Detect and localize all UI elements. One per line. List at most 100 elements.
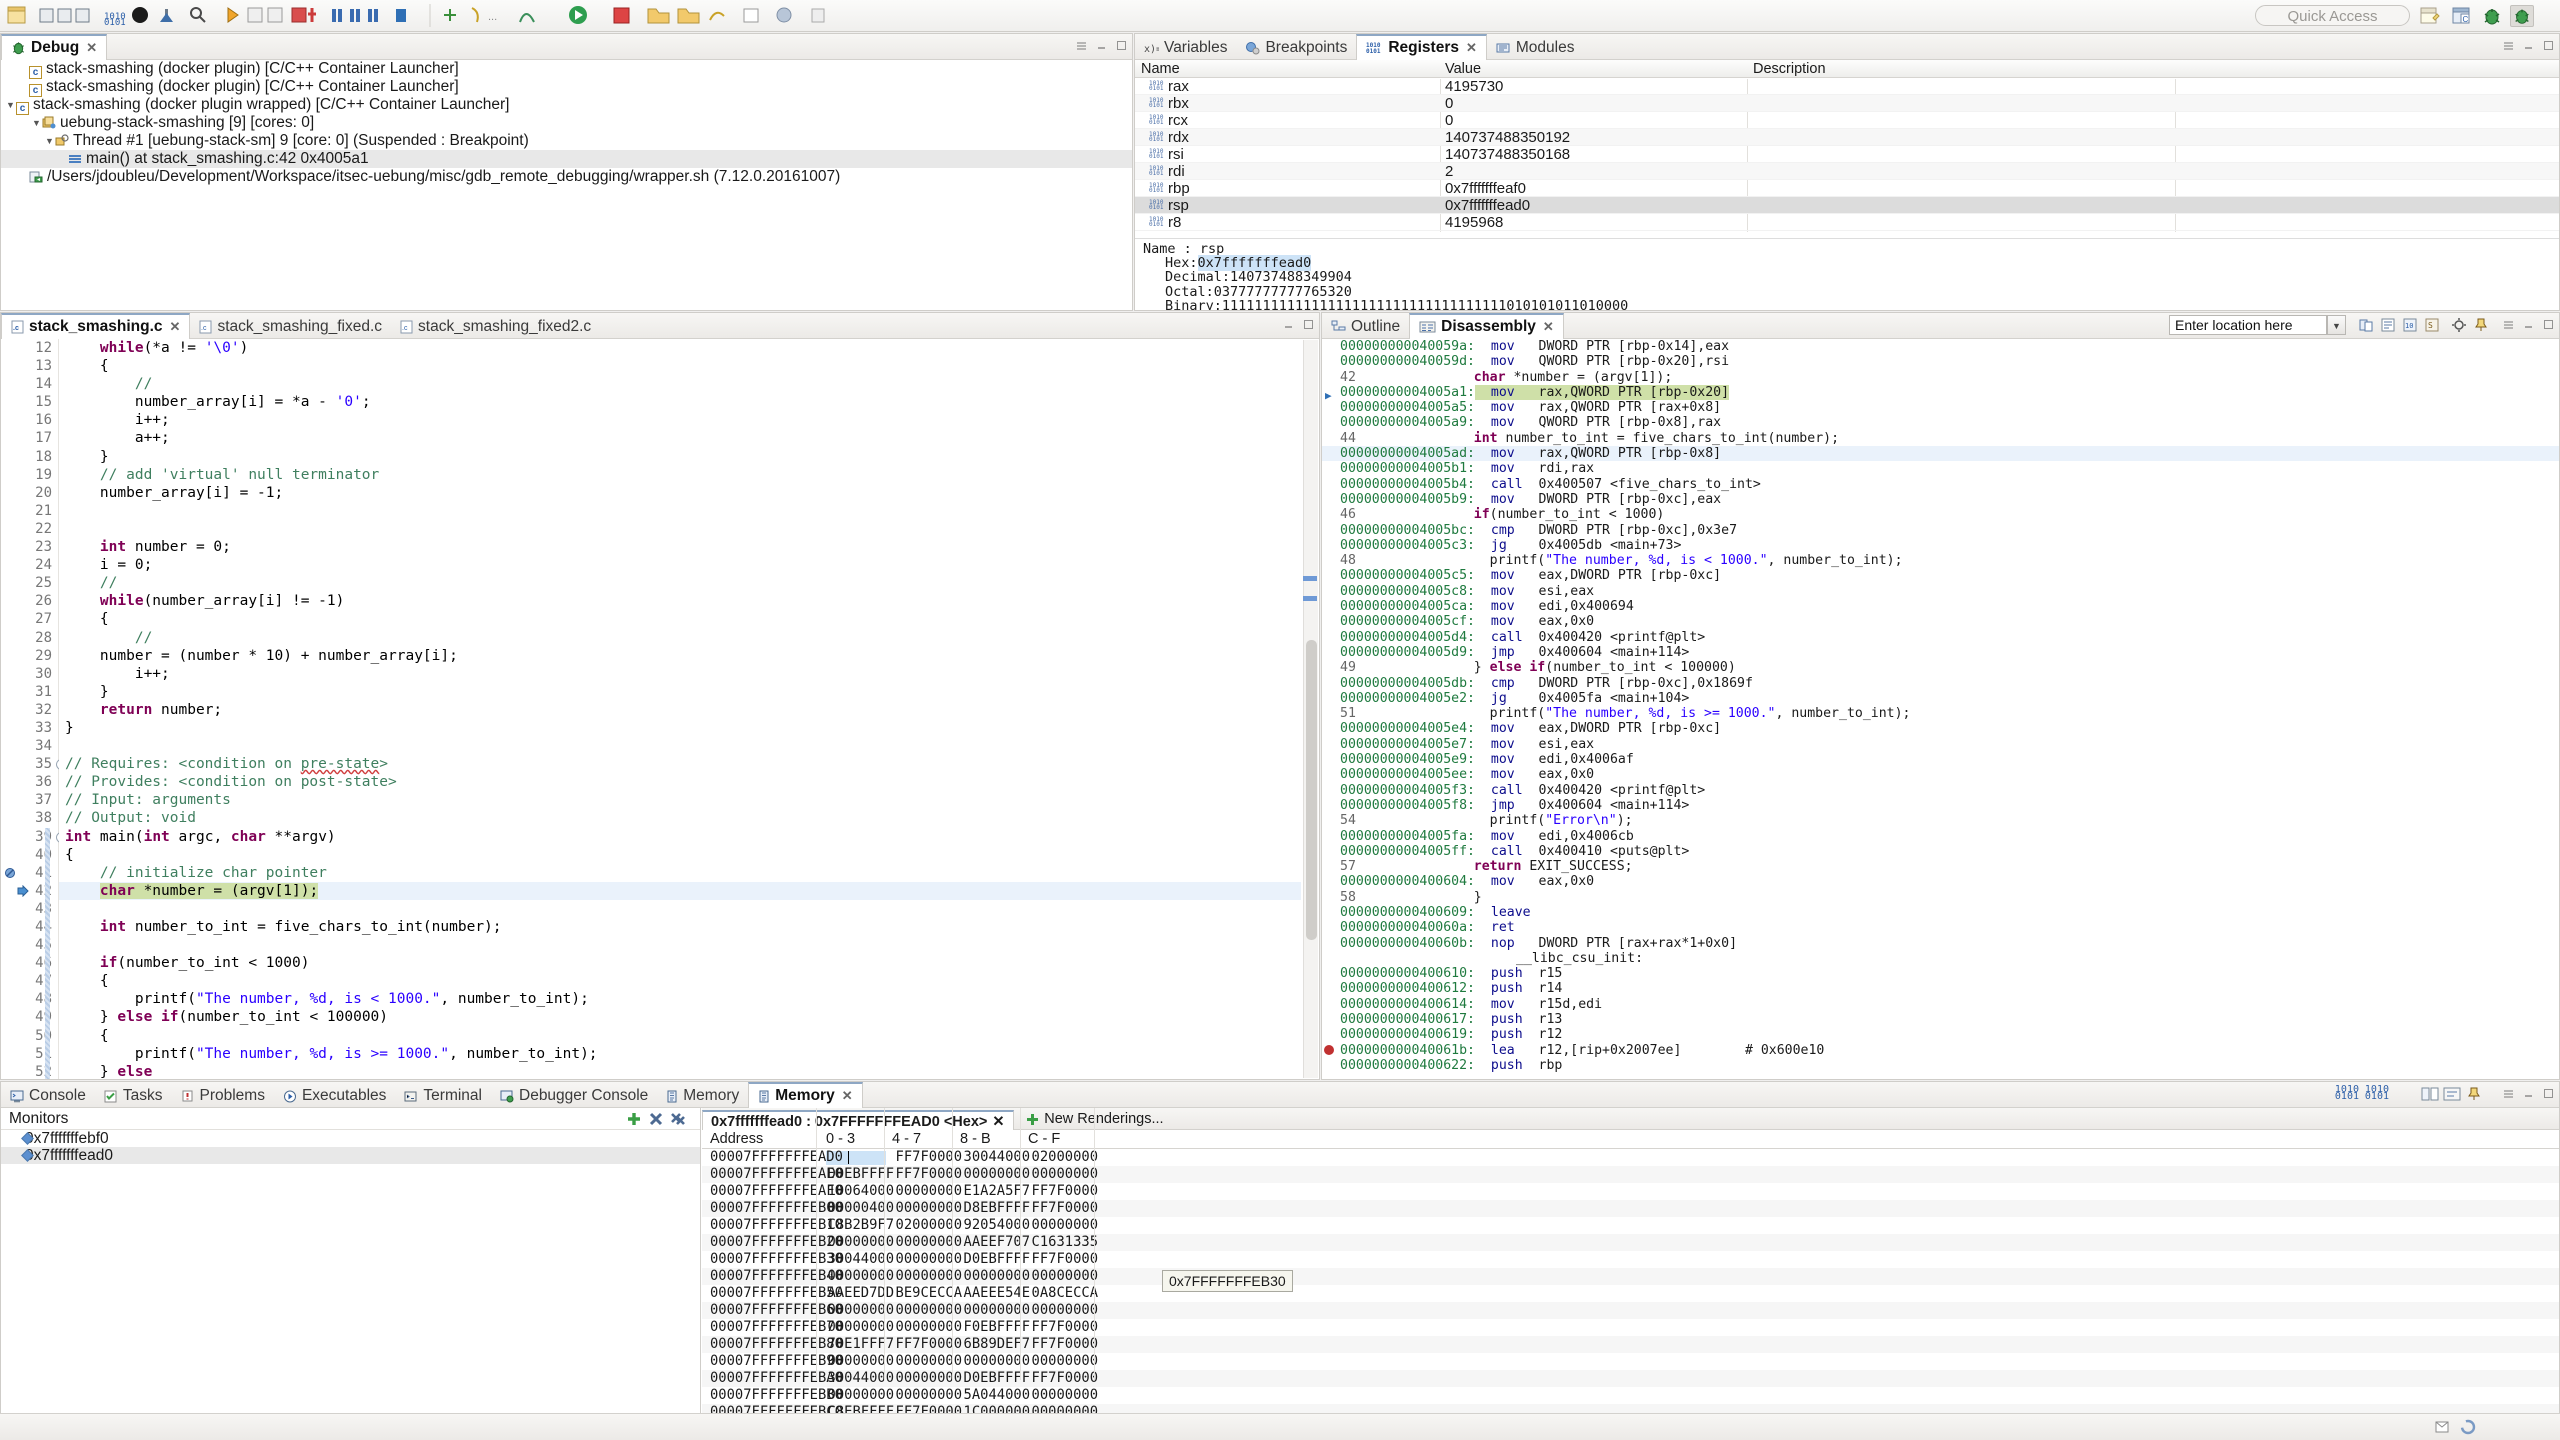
memory-cell[interactable]: 00000000 <box>1026 1217 1098 1233</box>
memory-cell[interactable]: 00000000 <box>822 1387 894 1403</box>
disassembly-row[interactable]: 00000000004005ca: mov edi,0x400694 <box>1322 599 2559 614</box>
memory-rendering-close-icon[interactable]: ✕ <box>992 1114 1004 1130</box>
gutter-row[interactable]: 36 <box>1 773 58 791</box>
code-line[interactable] <box>59 900 1301 918</box>
disassembly-row[interactable]: 000000000040059a: mov DWORD PTR [rbp-0x1… <box>1322 339 2559 354</box>
memory-row[interactable]: 00007FFFFFFFEB80 70E1FFF7 FF7F0000 6B89DEF7… <box>702 1336 2559 1353</box>
editor-body[interactable]: 12 13 14 15 16 17 18 19 20 21 22 23 24 25 26 27 28 29 30 31… <box>1 339 1319 1079</box>
memory-row[interactable]: 00007FFFFFFFEB90 00000000 00000000 00000000… <box>702 1353 2559 1370</box>
debug-tree[interactable]: c stack-smashing (docker plugin) [C/C++ C… <box>1 60 1132 310</box>
register-row[interactable]: 1010 0101 rdi 2 <box>1135 163 2559 180</box>
disassembly-row[interactable]: 00000000004005c3: jg 0x4005db <main+73> <box>1322 538 2559 553</box>
code-line[interactable]: char *number = (argv[1]); <box>59 881 1301 900</box>
disassembly-row[interactable]: 00000000004005c5: mov eax,DWORD PTR [rbp… <box>1322 568 2559 583</box>
gutter-row[interactable]: 26 <box>1 592 58 610</box>
disassembly-row[interactable]: 0000000000400619: push r12 <box>1322 1027 2559 1042</box>
register-value[interactable]: 0 <box>1445 112 1453 129</box>
register-row[interactable]: 1010 0101 rbp 0x7fffffffeaf0 <box>1135 180 2559 197</box>
disassembly-row[interactable]: 00000000004005fa: mov edi,0x4006cb <box>1322 829 2559 844</box>
code-line[interactable]: if(number_to_int < 1000) <box>59 954 1301 972</box>
code-line[interactable]: int main(int argc, char **argv) <box>59 828 1301 846</box>
memory-rendering-tab[interactable]: 0x7fffffffead0 : 0x7FFFFFFFEAD0 <Hex> ✕ <box>702 1109 1014 1132</box>
memory-cell[interactable]: 02000000 <box>1026 1149 1098 1165</box>
memory-row[interactable]: 00007FFFFFFFEBB0 00000000 00000000 5A044000… <box>702 1387 2559 1404</box>
disassembly-row[interactable]: 00000000004005a9: mov QWORD PTR [rbp-0x8… <box>1322 415 2559 430</box>
disassembly-row[interactable]: 0000000000400604: mov eax,0x0 <box>1322 874 2559 889</box>
perspective-cpp-button[interactable]: C <box>2450 5 2474 27</box>
bottom-tab-executables[interactable]: Executables <box>274 1083 395 1109</box>
minimize-icon[interactable] <box>1095 39 1108 52</box>
memory-cell[interactable]: 5A044000 <box>958 1387 1030 1403</box>
memory-column-divider-3[interactable] <box>1020 1108 1021 1380</box>
gutter-row[interactable]: 19 <box>1 466 58 484</box>
code-line[interactable]: { <box>59 610 1301 628</box>
disassembly-row[interactable]: 00000000004005ad: mov rax,QWORD PTR [rbp… <box>1322 446 2559 462</box>
debug-tree-row[interactable]: ▼ Thread #1 [uebung-stack-sm] 9 [core: 0]… <box>1 132 1132 150</box>
memory-cell[interactable]: 00000000 <box>1026 1166 1098 1182</box>
editor-code-area[interactable]: while(*a != '\0') { // number_array[i] =… <box>59 339 1301 1079</box>
disassembly-row[interactable]: 00000000004005e9: mov edi,0x4006af <box>1322 752 2559 767</box>
gutter-row[interactable]: 12 <box>1 339 58 357</box>
editor-tab-stack_smashing_fixed2.c[interactable]: .c stack_smashing_fixed2.c <box>391 314 600 340</box>
code-line[interactable]: // <box>59 375 1301 393</box>
register-row[interactable]: 1010 0101 rsp 0x7fffffffead0 <box>1135 197 2559 214</box>
bottom-tab-close-icon[interactable]: ✕ <box>842 1088 853 1104</box>
register-value[interactable]: 4195730 <box>1445 78 1503 95</box>
code-line[interactable]: i = 0; <box>59 556 1301 574</box>
memory-column-divider-4[interactable] <box>1094 1108 1095 1380</box>
disassembly-row[interactable]: 00000000004005db: cmp DWORD PTR [rbp-0xc… <box>1322 676 2559 691</box>
status-progress-icon[interactable] <box>2460 1419 2476 1435</box>
tab-disassembly[interactable]: Disassembly ✕ <box>1409 313 1564 339</box>
register-row[interactable]: 1010 0101 rdx 140737488350192 <box>1135 129 2559 146</box>
disassembly-row[interactable]: 00000000004005b1: mov rdi,rax <box>1322 461 2559 476</box>
monitors-list[interactable]: 0x7fffffffebf0 0x7fffffffead0 <box>1 1130 700 1164</box>
register-value[interactable]: 2 <box>1445 163 1453 180</box>
disassembly-row[interactable]: 0000000000400622: push rbp <box>1322 1058 2559 1073</box>
show-source-icon[interactable] <box>2380 317 2396 333</box>
register-value[interactable]: 0 <box>1445 95 1453 112</box>
memory-cell[interactable]: FF7F0000 <box>1026 1370 1098 1386</box>
registers-minimize-icon[interactable] <box>2522 39 2535 52</box>
register-value[interactable]: 140737488350168 <box>1445 146 1570 163</box>
register-value[interactable]: 4195968 <box>1445 214 1503 231</box>
bottom-tab-problems[interactable]: Problems <box>172 1083 274 1109</box>
bottom-tab-console[interactable]: Console <box>1 1083 95 1109</box>
code-line[interactable]: // Input: arguments <box>59 791 1301 809</box>
debug-tree-row[interactable]: main() at stack_smashing.c:42 0x4005a1 <box>1 150 1132 168</box>
code-line[interactable]: // Requires: <condition on pre-state> <box>59 755 1301 773</box>
gutter-row[interactable]: 29 <box>1 647 58 665</box>
disassembly-row[interactable]: 0000000000400617: push r13 <box>1322 1012 2559 1027</box>
disassembly-row[interactable]: 00000000004005cf: mov eax,0x0 <box>1322 614 2559 629</box>
gutter-row[interactable]: 25 <box>1 574 58 592</box>
tab-debug-close-icon[interactable]: ✕ <box>86 40 97 56</box>
memory-link-icon[interactable] <box>2443 1086 2461 1102</box>
disassembly-row[interactable]: 000000000040060a: ret <box>1322 920 2559 935</box>
remove-monitor-icon[interactable] <box>648 1111 664 1127</box>
code-line[interactable]: number = (number * 10) + number_array[i]… <box>59 647 1301 665</box>
memory-maximize-icon[interactable] <box>2542 1087 2555 1100</box>
disassembly-row[interactable]: 000000000040061b: lea r12,[rip+0x2007ee]… <box>1322 1043 2559 1058</box>
gutter-row[interactable]: 31 <box>1 683 58 701</box>
quick-access-input[interactable]: Quick Access <box>2255 5 2410 26</box>
code-line[interactable]: { <box>59 972 1301 990</box>
code-line[interactable]: a++; <box>59 429 1301 447</box>
disassembly-row[interactable]: 0000000000400609: leave <box>1322 905 2559 920</box>
disassembly-location-input[interactable]: Enter location here <box>2169 315 2327 335</box>
disassembly-row[interactable]: 000000000040059d: mov QWORD PTR [rbp-0x2… <box>1322 354 2559 369</box>
memory-cell[interactable]: FF7F0000 <box>1026 1336 1098 1352</box>
gutter-row[interactable]: 22 <box>1 520 58 538</box>
memory-cell[interactable]: FF7F0000 <box>1026 1183 1098 1199</box>
add-monitor-icon[interactable] <box>626 1111 642 1127</box>
tab-close-icon[interactable]: ✕ <box>1543 319 1554 335</box>
editor-tab-stack_smashing.c[interactable]: .c stack_smashing.c ✕ <box>1 313 191 339</box>
register-row[interactable]: 1010 0101 rax 4195730 <box>1135 78 2559 95</box>
disassembly-breakpoint-icon[interactable] <box>1324 1044 1334 1055</box>
disassembly-row[interactable]: 00000000004005bc: cmp DWORD PTR [rbp-0xc… <box>1322 523 2559 538</box>
gutter-row[interactable]: 18 <box>1 448 58 466</box>
code-line[interactable]: // Provides: <condition on post-state> <box>59 773 1301 791</box>
memory-row[interactable]: 00007FFFFFFFEB10 C8B2B9F7 02000000 92054000… <box>702 1217 2559 1234</box>
memory-cell[interactable]: 00000000 <box>1026 1268 1098 1284</box>
remove-all-monitors-icon[interactable] <box>670 1111 686 1127</box>
debug-tree-row[interactable]: ▼ uebung-stack-smashing [9] [cores: 0] <box>1 114 1132 132</box>
breakpoint-icon[interactable] <box>4 867 16 879</box>
